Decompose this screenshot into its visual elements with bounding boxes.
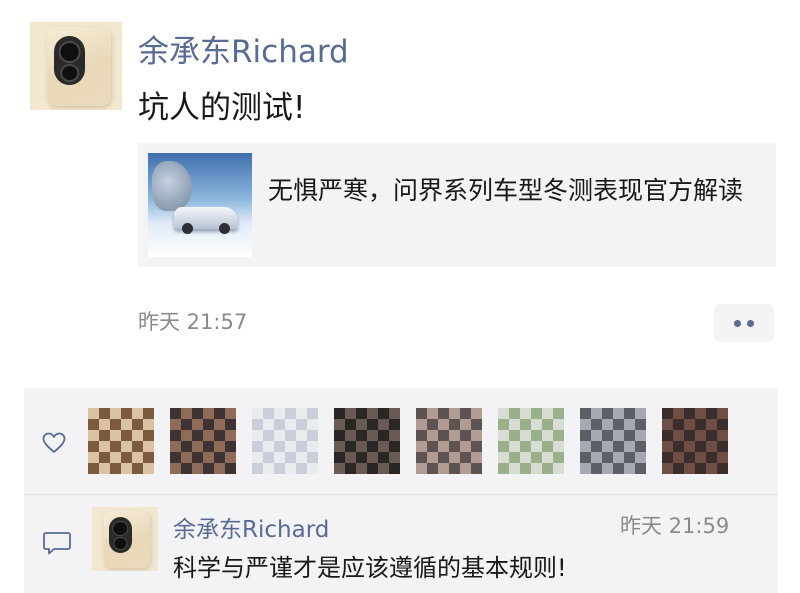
thumbnail-ice-rock	[152, 161, 192, 211]
liker-avatar-3[interactable]	[252, 408, 318, 474]
comment-icon	[43, 532, 71, 555]
camera-lens	[112, 520, 129, 536]
post-timestamp: 昨天 21:57	[138, 310, 248, 334]
comment-timestamp: 昨天 21:59	[620, 514, 730, 538]
liker-avatar-7[interactable]	[580, 408, 646, 474]
liker-avatar-5[interactable]	[416, 408, 482, 474]
more-dot-icon	[734, 320, 741, 327]
camera-lens	[113, 537, 127, 551]
shared-link-card[interactable]: 无惧严寒，问界系列车型冬测表现官方解读	[138, 143, 776, 267]
liker-avatar-4[interactable]	[334, 408, 400, 474]
heart-icon	[42, 432, 66, 453]
liker-avatar-1[interactable]	[88, 408, 154, 474]
commenter-name[interactable]: 余承东Richard	[173, 510, 329, 544]
camera-lens	[58, 41, 81, 63]
interaction-panel: 余承东Richard 昨天 21:59 科学与严谨才是应该遵循的基本规则!	[24, 388, 778, 593]
camera-lens	[59, 63, 80, 83]
link-title: 无惧严寒，问界系列车型冬测表现官方解读	[268, 176, 744, 205]
liker-avatar-6[interactable]	[498, 408, 564, 474]
commenter-avatar[interactable]	[92, 507, 158, 571]
liker-avatar-8[interactable]	[662, 408, 728, 474]
divider	[24, 494, 778, 495]
thumbnail-car	[174, 207, 238, 234]
more-actions-button[interactable]	[714, 304, 774, 342]
camera-module	[53, 36, 86, 86]
link-thumbnail	[148, 153, 252, 257]
likes-row	[24, 388, 778, 494]
liker-avatar-2[interactable]	[170, 408, 236, 474]
camera-module	[109, 517, 132, 554]
author-name[interactable]: 余承东Richard	[138, 26, 349, 71]
author-avatar[interactable]	[30, 22, 122, 110]
more-dot-icon	[747, 320, 754, 327]
post-text: 坑人的测试!	[138, 90, 306, 126]
comment-text[interactable]: 科学与严谨才是应该遵循的基本规则!	[173, 548, 567, 583]
